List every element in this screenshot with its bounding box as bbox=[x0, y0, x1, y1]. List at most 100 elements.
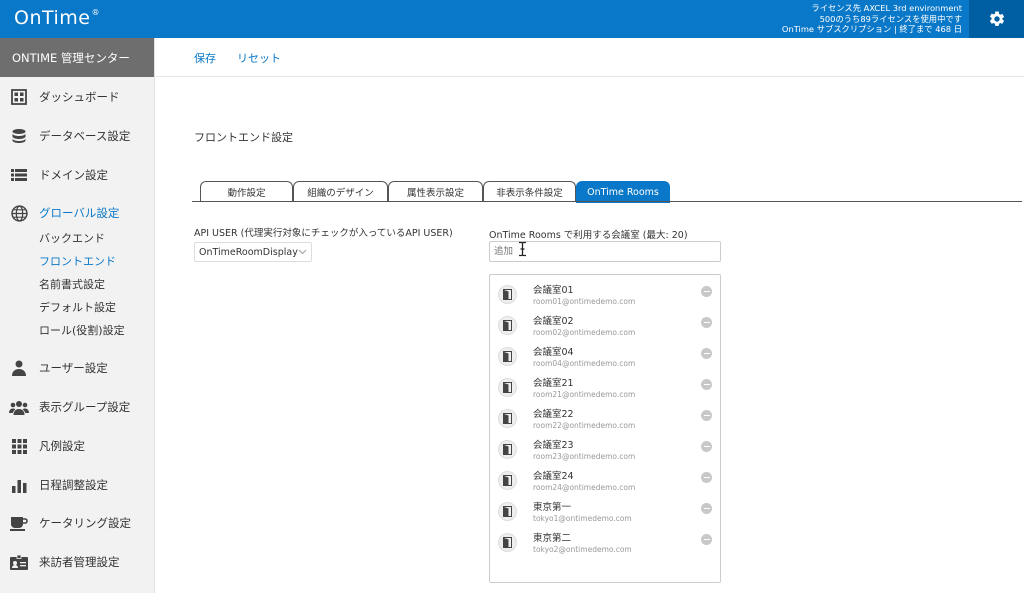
remove-room-icon[interactable] bbox=[701, 441, 712, 452]
remove-room-icon[interactable] bbox=[701, 379, 712, 390]
save-button[interactable]: 保存 bbox=[194, 50, 216, 66]
database-icon bbox=[0, 128, 38, 144]
subscription-remaining: OnTime サブスクリプション | 終了まで 468 日 bbox=[781, 24, 962, 34]
room-name: 会議室24 bbox=[533, 471, 574, 482]
tabs-divider bbox=[192, 201, 1022, 202]
list-icon bbox=[0, 168, 38, 182]
sidebar: ONTIME 管理センター ダッシュボード データベース設定 ドメイン設定 グロ… bbox=[0, 38, 155, 593]
license-info: ライセンス先 AXCEL 3rd environment 500のうち89ライセ… bbox=[782, 3, 962, 35]
apps-grid-icon bbox=[0, 438, 38, 454]
sidebar-item-label: ドメイン設定 bbox=[39, 168, 108, 182]
room-list-item[interactable]: 会議室02 room02@ontimedemo.com bbox=[490, 311, 720, 342]
room-list-item[interactable]: 会議室24 room24@ontimedemo.com bbox=[490, 466, 720, 497]
room-list-item[interactable]: 会議室04 room04@ontimedemo.com bbox=[490, 342, 720, 373]
door-icon bbox=[498, 347, 517, 366]
door-icon bbox=[498, 285, 517, 304]
sidebar-subitem-defaults[interactable]: デフォルト設定 bbox=[39, 299, 116, 317]
room-name: 会議室23 bbox=[533, 440, 574, 451]
sidebar-item-user[interactable]: ユーザー設定 bbox=[0, 353, 155, 383]
api-user-label: API USER (代理実行対象にチェックが入っているAPI USER) bbox=[194, 228, 453, 239]
rooms-label: OnTime Rooms で利用する会議室 (最大: 20) bbox=[489, 230, 688, 241]
sidebar-subitem-name-format[interactable]: 名前書式設定 bbox=[39, 276, 105, 294]
remove-room-icon[interactable] bbox=[701, 348, 712, 359]
sidebar-item-database[interactable]: データベース設定 bbox=[0, 121, 155, 151]
dashboard-grid-icon bbox=[0, 89, 38, 105]
room-name: 会議室04 bbox=[533, 347, 574, 358]
room-list-item[interactable]: 会議室22 room22@ontimedemo.com bbox=[490, 404, 720, 435]
sidebar-item-label: グローバル設定 bbox=[39, 206, 120, 220]
remove-room-icon[interactable] bbox=[701, 534, 712, 545]
room-email: room01@ontimedemo.com bbox=[533, 297, 636, 306]
toolbar: 保存 リセット bbox=[156, 38, 1024, 77]
sidebar-item-label: 来訪者管理設定 bbox=[39, 555, 120, 569]
sidebar-item-label: ダッシュボード bbox=[39, 90, 120, 104]
room-email: room24@ontimedemo.com bbox=[533, 483, 636, 492]
rooms-list[interactable]: 会議室01 room01@ontimedemo.com 会議室02 room02@on… bbox=[489, 274, 721, 583]
sidebar-item-scheduling[interactable]: 日程調整設定 bbox=[0, 470, 155, 500]
sidebar-item-catering[interactable]: ケータリング設定 bbox=[0, 508, 155, 538]
reset-button[interactable]: リセット bbox=[237, 50, 281, 66]
room-email: room22@ontimedemo.com bbox=[533, 421, 636, 430]
sidebar-item-display-group[interactable]: 表示グループ設定 bbox=[0, 392, 155, 422]
sidebar-title: ONTIME 管理センター bbox=[0, 38, 154, 77]
app-logo[interactable]: OnTime® bbox=[14, 7, 100, 29]
sidebar-item-domain[interactable]: ドメイン設定 bbox=[0, 160, 155, 190]
settings-button[interactable] bbox=[969, 0, 1024, 38]
bar-chart-icon bbox=[0, 478, 38, 493]
tab-organization-design[interactable]: 組織のデザイン bbox=[293, 181, 388, 202]
remove-room-icon[interactable] bbox=[701, 317, 712, 328]
license-holder: ライセンス先 AXCEL 3rd environment bbox=[811, 3, 962, 13]
sidebar-subitem-roles[interactable]: ロール(役割)設定 bbox=[39, 322, 125, 340]
gear-icon bbox=[989, 11, 1004, 26]
group-icon bbox=[0, 400, 38, 415]
sidebar-item-label: データベース設定 bbox=[39, 129, 131, 143]
sidebar-item-label: ユーザー設定 bbox=[39, 361, 108, 375]
license-usage: 500のうち89ライセンスを使用中です bbox=[819, 13, 962, 24]
tab-attribute-display[interactable]: 属性表示設定 bbox=[388, 181, 483, 202]
sidebar-item-label: 日程調整設定 bbox=[39, 478, 108, 492]
room-list-item[interactable]: 東京第二 tokyo2@ontimedemo.com bbox=[490, 528, 720, 559]
room-email: tokyo2@ontimedemo.com bbox=[533, 545, 632, 554]
room-email: tokyo1@ontimedemo.com bbox=[533, 514, 632, 523]
sidebar-item-global[interactable]: グローバル設定 bbox=[0, 198, 155, 228]
door-icon bbox=[498, 471, 517, 490]
api-user-select[interactable]: OnTimeRoomDisplay bbox=[194, 242, 312, 262]
room-name: 会議室01 bbox=[533, 285, 574, 296]
sidebar-item-label: ケータリング設定 bbox=[39, 516, 131, 530]
main-content: フロントエンド設定 動作設定 組織のデザイン 属性表示設定 非表示条件設定 On… bbox=[156, 78, 1024, 593]
remove-room-icon[interactable] bbox=[701, 472, 712, 483]
tab-behavior[interactable]: 動作設定 bbox=[200, 181, 293, 202]
door-icon bbox=[498, 409, 517, 428]
room-email: room04@ontimedemo.com bbox=[533, 359, 636, 368]
door-icon bbox=[498, 440, 517, 459]
remove-room-icon[interactable] bbox=[701, 286, 712, 297]
room-email: room02@ontimedemo.com bbox=[533, 328, 636, 337]
room-name: 会議室22 bbox=[533, 409, 574, 420]
sidebar-item-label: 表示グループ設定 bbox=[39, 400, 131, 414]
door-icon bbox=[498, 316, 517, 335]
sidebar-item-dashboard[interactable]: ダッシュボード bbox=[0, 82, 155, 112]
tab-ontime-rooms[interactable]: OnTime Rooms bbox=[576, 181, 670, 203]
room-list-item[interactable]: 会議室21 room21@ontimedemo.com bbox=[490, 373, 720, 404]
logo-registered-mark: ® bbox=[91, 7, 100, 17]
user-icon bbox=[0, 360, 38, 376]
room-list-item[interactable]: 会議室23 room23@ontimedemo.com bbox=[490, 435, 720, 466]
tab-hide-conditions[interactable]: 非表示条件設定 bbox=[483, 181, 576, 202]
id-card-icon bbox=[0, 554, 38, 570]
sidebar-item-legend[interactable]: 凡例設定 bbox=[0, 431, 155, 461]
sidebar-subitem-backend[interactable]: バックエンド bbox=[39, 230, 105, 248]
sidebar-item-visitor[interactable]: 来訪者管理設定 bbox=[0, 547, 155, 577]
remove-room-icon[interactable] bbox=[701, 410, 712, 421]
app-header: OnTime® ライセンス先 AXCEL 3rd environment 500… bbox=[0, 0, 1024, 38]
remove-room-icon[interactable] bbox=[701, 503, 712, 514]
logo-text: OnTime bbox=[14, 7, 91, 29]
room-list-item[interactable]: 東京第一 tokyo1@ontimedemo.com bbox=[490, 497, 720, 528]
room-list-item[interactable]: 会議室01 room01@ontimedemo.com bbox=[490, 280, 720, 311]
text-cursor-icon bbox=[519, 241, 526, 257]
room-name: 東京第二 bbox=[533, 533, 572, 544]
room-name: 東京第一 bbox=[533, 502, 572, 513]
sidebar-subitem-frontend[interactable]: フロントエンド bbox=[39, 253, 116, 271]
coffee-icon bbox=[0, 516, 38, 531]
chevron-down-icon bbox=[298, 249, 307, 255]
page-title: フロントエンド設定 bbox=[194, 131, 293, 144]
